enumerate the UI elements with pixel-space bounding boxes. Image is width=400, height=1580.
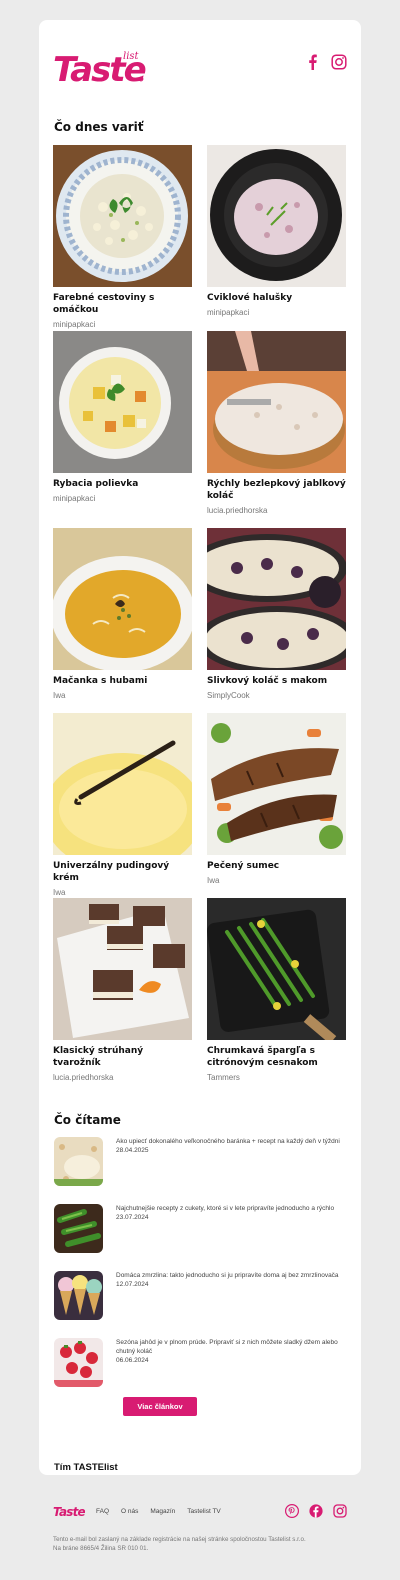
article-image[interactable] <box>54 1338 103 1387</box>
recipe-author: lucia.priedhorska <box>207 506 268 515</box>
footer-link-faq[interactable]: FAQ <box>96 1508 109 1515</box>
footer-link-about[interactable]: O nás <box>121 1508 138 1515</box>
footer-link-tv[interactable]: Tastelist TV <box>187 1508 220 1515</box>
footer-link-magazine[interactable]: Magazín <box>150 1508 175 1515</box>
pinterest-icon[interactable] <box>285 1504 299 1518</box>
recipe-title[interactable]: Chrumkavá špargľa s citrónovým cesnakom <box>207 1045 346 1069</box>
recipe-title[interactable]: Mačanka s hubami <box>53 675 192 687</box>
article-image[interactable] <box>54 1271 103 1320</box>
recipe-title[interactable]: Slivkový koláč s makom <box>207 675 346 687</box>
recipe-title[interactable]: Rýchly bezlepkový jablkový koláč <box>207 478 346 502</box>
recipe-image[interactable] <box>207 528 346 670</box>
recipe-card[interactable]: Mačanka s hubami Iwa <box>53 528 192 701</box>
reading-section-title: Čo čítame <box>54 1113 121 1127</box>
article-date: 12.07.2024 <box>116 1281 149 1288</box>
recipes-section-title: Čo dnes variť <box>54 120 144 134</box>
recipe-title[interactable]: Farebné cestoviny s omáčkou <box>53 292 192 316</box>
recipe-image[interactable] <box>207 898 346 1040</box>
recipe-card[interactable]: Slivkový koláč s makom SimplyCook <box>207 528 346 701</box>
article-title[interactable]: Domáca zmrzlina: takto jednoducho si ju … <box>116 1271 344 1280</box>
recipe-card[interactable]: Farebné cestoviny s omáčkou minipapkaci <box>53 145 192 330</box>
footer-nav: FAQ O nás Magazín Tastelist TV <box>96 1508 221 1515</box>
recipe-author: lucia.priedhorska <box>53 1073 114 1082</box>
recipe-author: Iwa <box>207 876 220 885</box>
more-articles-button[interactable]: Viac článkov <box>123 1397 197 1416</box>
header-social <box>305 54 347 70</box>
tastelist-footer-logo[interactable]: Taste <box>53 1504 85 1518</box>
tastelist-logo[interactable]: Taste list <box>53 48 147 88</box>
recipe-image[interactable] <box>207 331 346 473</box>
recipe-image[interactable] <box>207 713 346 855</box>
recipe-card[interactable]: Rýchly bezlepkový jablkový koláč lucia.p… <box>207 331 346 516</box>
recipe-title[interactable]: Klasický strúhaný tvarožník <box>53 1045 192 1069</box>
recipe-title[interactable]: Pečený sumec <box>207 860 346 872</box>
instagram-icon[interactable] <box>333 1504 347 1518</box>
recipe-card[interactable]: Univerzálny pudingový krém Iwa <box>53 713 192 898</box>
article-title[interactable]: Sezóna jahôd je v plnom prúde. Pripraviť… <box>116 1338 344 1356</box>
article-item[interactable]: Sezóna jahôd je v plnom prúde. Pripraviť… <box>54 1338 346 1388</box>
recipe-card[interactable]: Chrumkavá špargľa s citrónovým cesnakom … <box>207 898 346 1083</box>
recipe-title[interactable]: Cviklové halušky <box>207 292 346 304</box>
recipe-author: Iwa <box>53 691 66 700</box>
recipe-image[interactable] <box>53 898 192 1040</box>
recipe-author: minipapkaci <box>207 308 250 317</box>
recipe-image[interactable] <box>53 528 192 670</box>
email-card: Taste list Čo dnes variť Farebné cestovi… <box>39 20 361 1475</box>
recipe-title[interactable]: Univerzálny pudingový krém <box>53 860 192 884</box>
article-item[interactable]: Najchutnejšie recepty z cukety, ktoré si… <box>54 1204 346 1254</box>
article-date: 28.04.2025 <box>116 1147 149 1154</box>
recipe-title[interactable]: Rybacia polievka <box>53 478 192 490</box>
footer-social <box>285 1504 347 1518</box>
article-title[interactable]: Ako upiecť dokonalého veľkonočného barán… <box>116 1137 344 1146</box>
recipe-card[interactable]: Cviklové halušky minipapkaci <box>207 145 346 318</box>
recipe-author: minipapkaci <box>53 494 96 503</box>
email-footer: Taste FAQ O nás Magazín Tastelist TV Ten… <box>53 1500 347 1560</box>
recipe-image[interactable] <box>53 331 192 473</box>
facebook-icon[interactable] <box>305 54 321 70</box>
article-item[interactable]: Ako upiecť dokonalého veľkonočného barán… <box>54 1137 346 1187</box>
recipe-card[interactable]: Rybacia polievka minipapkaci <box>53 331 192 504</box>
recipe-author: Iwa <box>53 888 66 897</box>
article-image[interactable] <box>54 1137 103 1186</box>
recipe-author: Tammers <box>207 1073 240 1082</box>
recipe-card[interactable]: Klasický strúhaný tvarožník lucia.priedh… <box>53 898 192 1083</box>
article-item[interactable]: Domáca zmrzlina: takto jednoducho si ju … <box>54 1271 346 1321</box>
recipe-card[interactable]: Pečený sumec Iwa <box>207 713 346 886</box>
svg-text:Taste: Taste <box>53 1505 85 1518</box>
article-date: 23.07.2024 <box>116 1214 149 1221</box>
recipe-author: minipapkaci <box>53 320 96 329</box>
svg-text:list: list <box>123 51 140 62</box>
footer-note: Tento e-mail bol zaslaný na základe regi… <box>53 1536 306 1552</box>
signature: Tím TASTElist <box>54 1462 118 1473</box>
article-title[interactable]: Najchutnejšie recepty z cukety, ktoré si… <box>116 1204 344 1213</box>
article-image[interactable] <box>54 1204 103 1253</box>
recipe-image[interactable] <box>53 713 192 855</box>
recipe-author: SimplyCook <box>207 691 250 700</box>
recipe-image[interactable] <box>53 145 192 287</box>
article-date: 06.06.2024 <box>116 1357 149 1364</box>
instagram-icon[interactable] <box>331 54 347 70</box>
email-header: Taste list <box>39 20 361 130</box>
recipe-image[interactable] <box>207 145 346 287</box>
facebook-icon[interactable] <box>309 1504 323 1518</box>
